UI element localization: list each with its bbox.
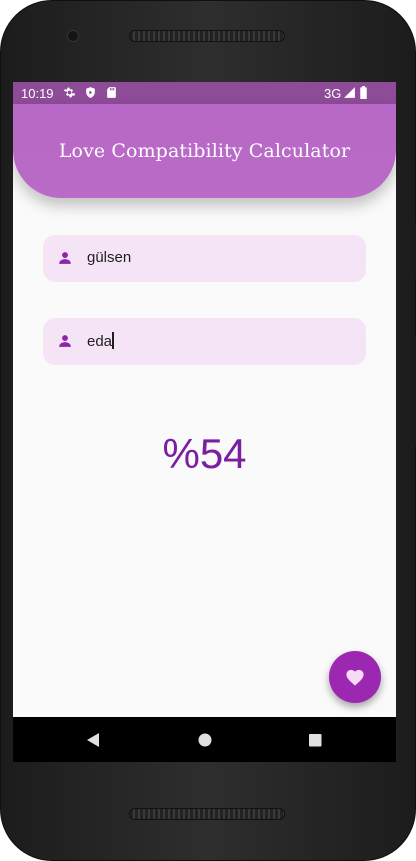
app-screen: 10:19 3G Love Compatibility Calculator g… — [13, 82, 396, 762]
name-input-2[interactable]: eda — [43, 318, 366, 365]
status-bar: 10:19 3G — [13, 82, 396, 104]
name-input-1[interactable]: gülsen — [43, 235, 366, 282]
app-bar: Love Compatibility Calculator — [13, 104, 396, 198]
recents-icon[interactable] — [306, 731, 324, 749]
person-icon — [59, 252, 71, 264]
name-input-2-value: eda — [87, 333, 113, 350]
person-icon — [59, 335, 71, 347]
back-icon[interactable] — [84, 731, 102, 749]
name-input-2-value-wrap: eda — [87, 332, 114, 350]
text-cursor — [112, 332, 114, 349]
gear-icon — [63, 87, 76, 98]
sd-card-icon — [107, 87, 116, 98]
status-time: 10:19 — [21, 86, 54, 101]
shield-play-icon — [86, 87, 95, 98]
battery-icon — [360, 86, 367, 99]
front-camera — [67, 30, 79, 42]
home-icon[interactable] — [196, 731, 214, 749]
name-input-1-value: gülsen — [87, 249, 132, 266]
signal-icon — [344, 87, 355, 98]
heart-icon — [346, 669, 364, 686]
top-speaker — [129, 30, 285, 42]
app-title: Love Compatibility Calculator — [58, 140, 351, 162]
compatibility-result: %54 — [162, 430, 247, 477]
network-type: 3G — [324, 86, 342, 101]
bottom-speaker — [129, 808, 285, 820]
phone-frame: 10:19 3G Love Compatibility Calculator g… — [0, 0, 416, 861]
calculate-button[interactable] — [329, 651, 381, 703]
system-nav-bar — [13, 717, 396, 762]
